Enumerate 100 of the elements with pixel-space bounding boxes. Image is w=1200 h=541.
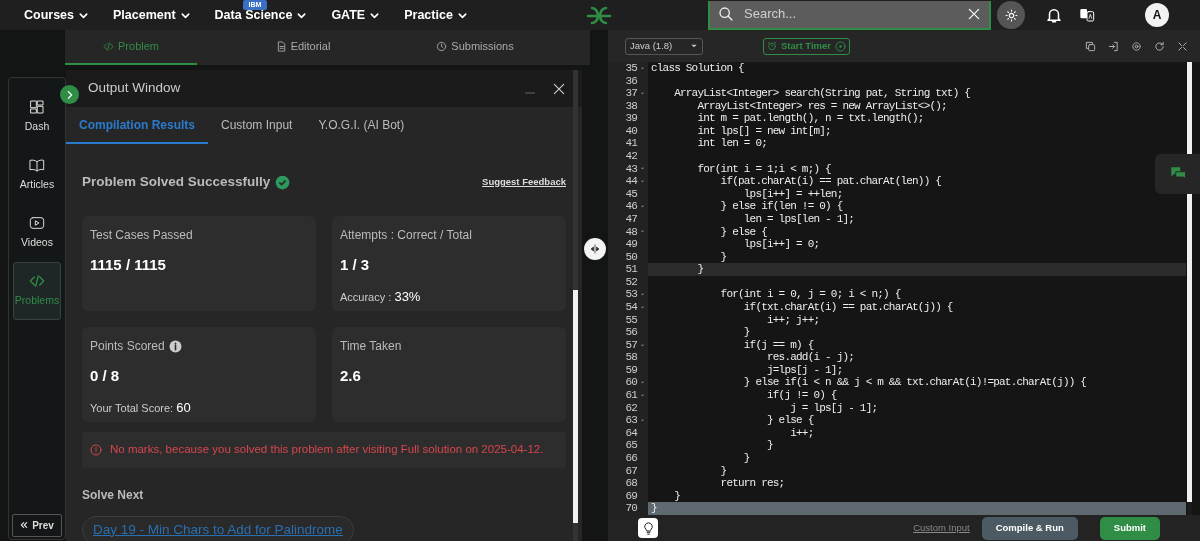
- book-icon: [29, 157, 45, 174]
- code-line: }: [742, 326, 750, 339]
- video-icon: [29, 215, 45, 232]
- sidebar-item[interactable]: Videos: [13, 204, 61, 262]
- line-number: 44: [624, 175, 637, 188]
- theme-toggle-button[interactable]: [997, 1, 1025, 29]
- window-title: Output Window: [88, 79, 181, 98]
- section-heading: Solve Next: [82, 486, 145, 504]
- bell-icon[interactable]: [1045, 6, 1063, 24]
- line-number: 35: [624, 62, 637, 75]
- scrollbar-thumb[interactable]: [1187, 62, 1192, 502]
- code-line: return res;: [719, 477, 785, 490]
- code-line: }: [673, 489, 680, 503]
- problem-tab[interactable]: Problem: [65, 30, 197, 65]
- nav-menu-item[interactable]: GATE: [331, 5, 381, 25]
- line-number: 53: [624, 288, 637, 301]
- code-line: for(int i = 0, j = 0; i < n;) {: [719, 288, 901, 301]
- line-number: 39: [624, 112, 637, 125]
- code-line: res.add(i - j);: [766, 351, 855, 364]
- fold-arrow-icon[interactable]: [640, 166, 645, 172]
- line-number: 60: [624, 376, 637, 390]
- stat-value: 1115 / 1115: [90, 255, 167, 276]
- line-number: 40: [624, 124, 637, 138]
- code-icon: [29, 273, 45, 290]
- problem-tab[interactable]: Submissions: [409, 30, 541, 65]
- fold-arrow-icon[interactable]: [640, 417, 645, 423]
- code-line: i++;: [789, 426, 814, 440]
- user-avatar[interactable]: A: [1145, 3, 1169, 27]
- compile-run-button[interactable]: Compile & Run: [981, 516, 1078, 540]
- resize-handle[interactable]: [584, 238, 606, 260]
- copy-icon[interactable]: [1085, 40, 1096, 52]
- code-line: int len = 0;: [696, 137, 768, 151]
- info-icon[interactable]: [168, 339, 182, 353]
- status-message: Problem Solved Successfully: [82, 173, 271, 191]
- line-number: 63: [624, 414, 637, 427]
- code-line: int m = pat.length(), n = txt.length();: [696, 112, 924, 125]
- code-line: }: [742, 451, 750, 465]
- code-line: int lps[] = new int[m];: [696, 124, 831, 138]
- code-line: if(j == m) {: [742, 338, 814, 352]
- sidebar-item[interactable]: Dash: [13, 88, 61, 146]
- line-number: 54: [624, 301, 637, 314]
- import-icon[interactable]: [1108, 40, 1119, 52]
- close-icon[interactable]: [552, 81, 566, 96]
- line-number: 70: [624, 502, 637, 515]
- search-field[interactable]: Search...: [742, 3, 959, 25]
- warning-circle-icon: [90, 443, 102, 456]
- fold-arrow-icon[interactable]: [640, 90, 645, 96]
- search-bar[interactable]: Search...: [708, 0, 991, 30]
- line-number: 51: [624, 263, 637, 276]
- code-line: }: [650, 502, 657, 515]
- line-number: 64: [624, 426, 637, 440]
- fold-arrow-icon[interactable]: [640, 204, 645, 210]
- line-number: 55: [624, 313, 637, 327]
- line-number: 47: [624, 212, 637, 226]
- document-icon: [275, 41, 287, 52]
- prev-button[interactable]: Prev: [12, 513, 62, 537]
- line-number: 37: [624, 87, 637, 100]
- close-icon[interactable]: [967, 7, 981, 21]
- fullscreen-icon[interactable]: [1177, 40, 1188, 52]
- sidebar-item[interactable]: Problems: [13, 262, 61, 320]
- output-tab[interactable]: Y.O.G.I. (AI Bot): [305, 108, 418, 144]
- check-circle-icon: [275, 174, 291, 190]
- settings-icon[interactable]: [1131, 40, 1142, 52]
- line-number: 42: [624, 150, 637, 163]
- translate-icon[interactable]: [1079, 7, 1095, 23]
- line-number: 68: [624, 477, 637, 490]
- feedback-link[interactable]: Suggest Feedback: [482, 175, 566, 190]
- sidebar-item[interactable]: Articles: [13, 146, 61, 204]
- sun-icon: [1004, 8, 1018, 22]
- fold-arrow-icon[interactable]: [640, 65, 645, 71]
- code-line: lps[i++] = 0;: [742, 238, 820, 251]
- line-number: 48: [624, 225, 637, 239]
- nav-menu-item[interactable]: Practice: [404, 5, 468, 25]
- output-tab[interactable]: Custom Input: [208, 108, 306, 144]
- line-number: 62: [624, 401, 637, 415]
- line-number: 50: [624, 250, 637, 264]
- nav-menu-item[interactable]: Placement: [113, 5, 191, 25]
- nav-menu-item[interactable]: Courses: [24, 5, 90, 25]
- alert-message: No marks, because you solved this problem after visiting Full solution on 2025-04-12.: [82, 432, 566, 468]
- language-dropdown[interactable]: Java (1.8): [625, 37, 703, 55]
- code-line: if(j != 0) {: [766, 389, 837, 402]
- submit-button[interactable]: Submit: [1099, 516, 1160, 540]
- chat-button[interactable]: [1155, 154, 1200, 194]
- line-number: 49: [624, 238, 637, 251]
- line-number: 58: [624, 351, 637, 364]
- code-line: }: [719, 250, 727, 264]
- fold-arrow-icon[interactable]: [640, 229, 645, 235]
- problem-tab[interactable]: Editorial: [237, 30, 369, 65]
- fold-arrow-icon[interactable]: [640, 342, 645, 348]
- code-line: ArrayList<Integer> search(String pat, String txt) {: [673, 87, 971, 100]
- stat-detail: Accuracy : 33%: [340, 287, 422, 306]
- reset-icon[interactable]: [1154, 40, 1165, 52]
- fold-arrow-icon[interactable]: [640, 179, 645, 184]
- custom-input-link[interactable]: Custom Input: [913, 520, 970, 536]
- alarm-icon: [767, 41, 777, 51]
- timer-button[interactable]: Start Timer: [763, 37, 850, 55]
- scrollbar-thumb[interactable]: [573, 290, 578, 523]
- code-line: }: [719, 464, 727, 478]
- code-line: j = lps[j - 1];: [789, 401, 878, 415]
- hint-button[interactable]: [638, 518, 658, 538]
